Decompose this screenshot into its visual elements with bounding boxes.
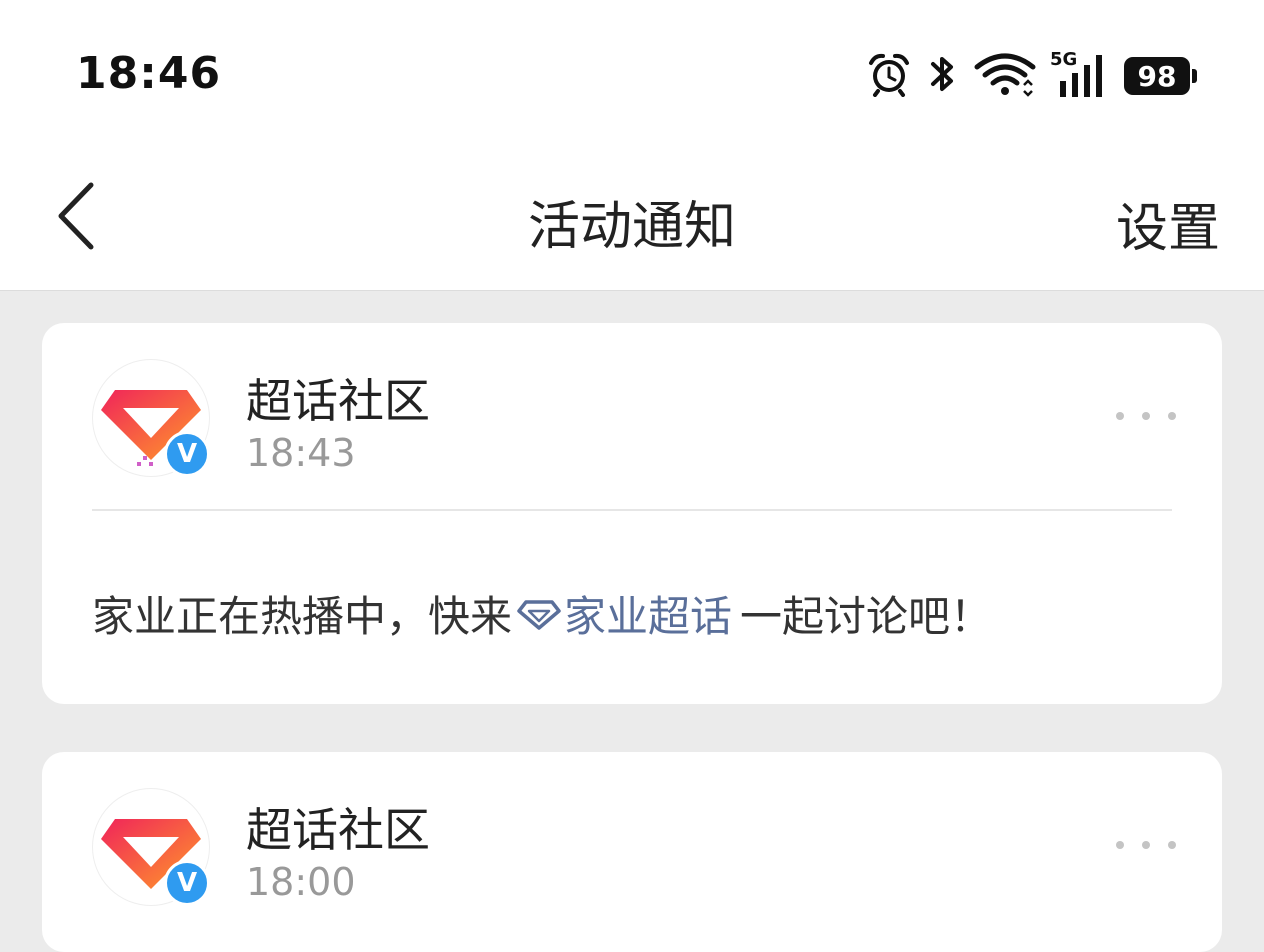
verified-badge-icon: V — [164, 431, 210, 477]
topic-link-label: 家业超话 — [564, 592, 733, 641]
battery-level: 98 — [1137, 59, 1177, 93]
battery-icon: 98 — [1124, 57, 1197, 95]
verified-badge-icon: V — [164, 860, 210, 906]
diamond-icon — [517, 599, 561, 630]
notification-card: V 超话社区 18:00 — [42, 752, 1222, 952]
dot-icon — [1116, 412, 1124, 420]
dot-icon — [1168, 412, 1176, 420]
nav-bar: 活动通知 设置 — [0, 150, 1264, 291]
status-time: 18:46 — [76, 48, 222, 99]
wifi-icon — [974, 51, 1036, 101]
dot-icon — [1168, 841, 1176, 849]
page-title: 活动通知 — [527, 197, 736, 257]
notification-message: 家业正在热播中，快来 家业超话 一起讨论吧！ — [92, 583, 992, 644]
sender-name[interactable]: 超话社区 — [246, 365, 430, 431]
more-options-button[interactable] — [1116, 830, 1176, 860]
notification-card: V 超话社区 18:43 家业正在热播中，快来 家业超话 一起讨论吧！ — [42, 323, 1222, 704]
status-bar: 18:46 5G 98 — [0, 0, 1264, 150]
settings-button[interactable]: 设置 — [1116, 186, 1220, 261]
bluetooth-icon — [926, 51, 960, 101]
dot-icon — [1142, 412, 1150, 420]
more-options-button[interactable] — [1116, 401, 1176, 431]
alarm-icon — [866, 51, 912, 101]
dot-icon — [1142, 841, 1150, 849]
status-icons: 5G 98 — [866, 49, 1197, 102]
divider — [92, 509, 1172, 511]
topic-link[interactable]: 家业超话 — [516, 583, 732, 644]
dot-icon — [1116, 841, 1124, 849]
cellular-signal-icon: 5G — [1050, 49, 1110, 101]
notification-time: 18:43 — [246, 431, 356, 475]
message-text: 一起讨论吧！ — [740, 592, 993, 641]
notification-time: 18:00 — [246, 860, 356, 904]
message-text: 家业正在热播中，快来 — [92, 592, 513, 641]
sender-name[interactable]: 超话社区 — [246, 794, 430, 860]
